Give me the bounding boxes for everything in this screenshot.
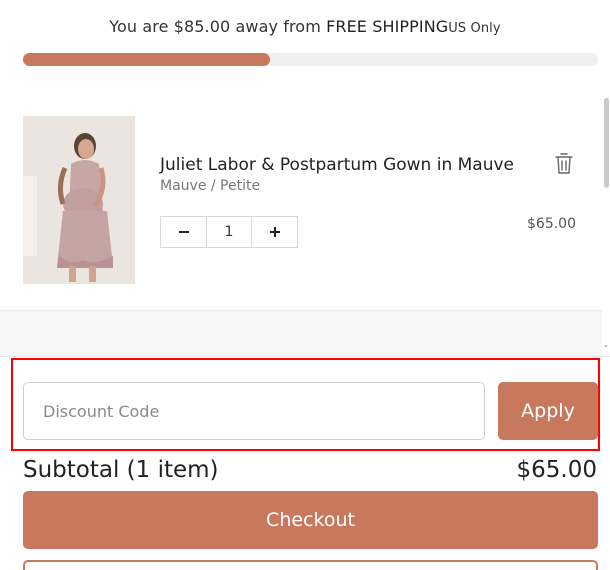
shipping-prefix: You are $85.00 away from [109,17,321,36]
secondary-button-peek[interactable] [23,560,598,570]
trash-icon [555,153,573,174]
minus-icon [178,231,189,233]
quantity-stepper: 1 [160,216,298,248]
shipping-emphasis: FREE SHIPPING [326,17,449,36]
shipping-region: US Only [448,21,501,36]
cart-items-bottom-area [0,310,602,357]
plus-icon [269,227,280,237]
decrease-quantity-button[interactable] [161,217,206,247]
scrollbar-thumb[interactable] [604,98,609,188]
product-title[interactable]: Juliet Labor & Postpartum Gown in Mauve [160,155,514,175]
quantity-value[interactable]: 1 [206,217,252,247]
line-item-price: $65.00 [527,216,576,232]
shipping-progress-fill [23,53,271,66]
subtotal-label: Subtotal (1 item) [23,457,219,483]
cart-scrollbar[interactable]: ⌄ [602,90,610,355]
apply-discount-button[interactable]: Apply [498,382,598,440]
discount-code-input[interactable] [23,382,485,440]
shipping-progress-bar [23,53,598,66]
checkout-button[interactable]: Checkout [23,491,598,549]
subtotal-amount: $65.00 [516,457,597,483]
free-shipping-message: You are $85.00 away from FREE SHIPPINGUS… [0,17,610,36]
remove-item-button[interactable] [553,152,575,176]
scroll-down-arrow-icon[interactable]: ⌄ [603,342,609,349]
product-photo [23,116,135,284]
cart-line-item: Juliet Labor & Postpartum Gown in Mauve … [0,90,602,310]
product-variant: Mauve / Petite [160,178,261,194]
footer-divider [0,356,610,357]
increase-quantity-button[interactable] [252,217,297,247]
product-image[interactable] [23,116,135,284]
